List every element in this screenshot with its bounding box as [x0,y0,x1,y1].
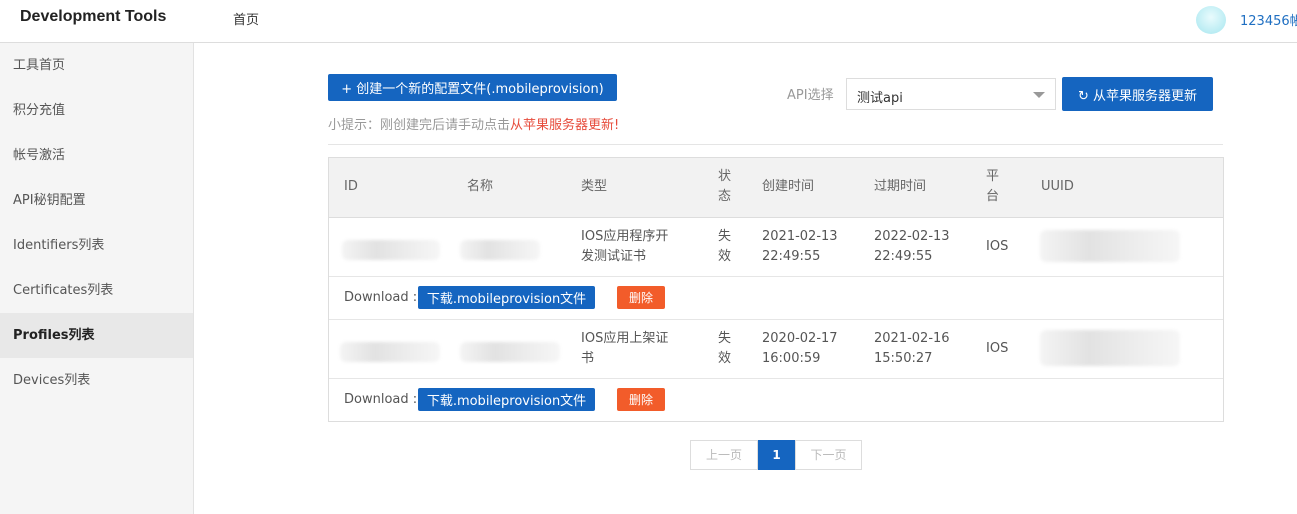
download-row: Download : 下载.mobileprovision文件 删除 [329,379,1223,421]
chevron-down-icon [1033,92,1045,98]
row-type-2: 书 [581,351,595,366]
row-status-2: 效 [718,249,732,264]
header-name: 名称 [467,179,494,194]
create-profile-button[interactable]: + 创建一个新的配置文件(.mobileprovision) [328,74,617,101]
delete-button[interactable]: 删除 [617,286,665,309]
tip-link: 从苹果服务器更新 [510,118,615,133]
user-avatar[interactable] [1196,6,1226,34]
tip-prefix: 小提示：刚创建完后请手动点击 [328,118,511,133]
table-header: ID 名称 类型 状 态 创建时间 过期时间 平 台 UUID [329,158,1223,218]
row-expires-time: 22:49:55 [874,249,933,264]
download-label: Download : [344,290,418,305]
divider [328,144,1223,145]
pagination-next[interactable]: 下一页 [795,440,862,470]
row-status-1: 失 [718,229,732,244]
header-expires: 过期时间 [874,179,927,194]
profiles-table: ID 名称 类型 状 态 创建时间 过期时间 平 台 UUID IOS应用程序开… [328,157,1224,422]
row-type-2: 发测试证书 [581,249,647,264]
table-row: IOS应用程序开 发测试证书 失 效 2021-02-13 22:49:55 2… [329,218,1223,277]
header-type: 类型 [581,179,608,194]
pagination-prev[interactable]: 上一页 [690,440,758,470]
redacted-name [460,240,540,260]
api-select[interactable]: 测试api [846,78,1056,110]
sidebar: 工具首页 积分充值 帐号激活 API秘钥配置 Identifiers列表 Cer… [0,43,194,514]
sidebar-item-account-activation[interactable]: 帐号激活 [0,133,193,178]
redacted-uuid [1040,230,1180,262]
redacted-name [460,342,560,362]
row-status-2: 效 [718,351,732,366]
header-id: ID [344,179,358,194]
sidebar-item-tools-home[interactable]: 工具首页 [0,43,193,88]
api-select-label: API选择 [787,88,834,103]
nav-home-link[interactable]: 首页 [233,9,259,28]
sidebar-item-certificates[interactable]: Certificates列表 [0,268,193,313]
row-expires-time: 15:50:27 [874,351,933,366]
row-expires-date: 2022-02-13 [874,229,950,244]
sidebar-item-points-recharge[interactable]: 积分充值 [0,88,193,133]
row-created-date: 2020-02-17 [762,331,838,346]
sidebar-item-api-key-config[interactable]: API秘钥配置 [0,178,193,223]
top-bar: Development Tools 首页 123456帳 [0,0,1297,43]
row-type-1: IOS应用程序开 [581,229,669,244]
header-uuid: UUID [1041,179,1074,194]
row-created-date: 2021-02-13 [762,229,838,244]
user-name[interactable]: 123456帳 [1240,10,1297,29]
tip-text: 小提示：刚创建完后请手动点击从苹果服务器更新! [328,114,619,133]
download-mobileprovision-button[interactable]: 下载.mobileprovision文件 [418,286,595,309]
brand-title: Development Tools [20,8,167,25]
header-platform-2: 台 [986,189,1000,204]
header-status-2: 态 [718,189,732,204]
row-expires-date: 2021-02-16 [874,331,950,346]
row-status-1: 失 [718,331,732,346]
delete-button[interactable]: 删除 [617,388,665,411]
row-type-1: IOS应用上架证 [581,331,669,346]
refresh-from-apple-button[interactable]: ↻ 从苹果服务器更新 [1062,77,1213,111]
row-created-time: 16:00:59 [762,351,821,366]
pagination-current-page[interactable]: 1 [758,440,795,470]
api-select-value: 测试api [857,91,903,106]
download-mobileprovision-button[interactable]: 下载.mobileprovision文件 [418,388,595,411]
sidebar-item-identifiers[interactable]: Identifiers列表 [0,223,193,268]
download-row: Download : 下载.mobileprovision文件 删除 [329,277,1223,320]
header-status-1: 状 [718,169,732,184]
download-label: Download : [344,392,418,407]
header-created: 创建时间 [762,179,815,194]
tip-suffix: ! [614,118,620,133]
row-created-time: 22:49:55 [762,249,821,264]
row-platform: IOS [986,341,1009,356]
table-row: IOS应用上架证 书 失 效 2020-02-17 16:00:59 2021-… [329,320,1223,379]
sidebar-item-profiles[interactable]: Profiles列表 [0,313,193,358]
row-platform: IOS [986,239,1009,254]
sidebar-item-devices[interactable]: Devices列表 [0,358,193,403]
header-platform-1: 平 [986,169,1000,184]
redacted-id [340,342,440,362]
redacted-id [342,240,440,260]
redacted-uuid [1040,330,1180,366]
